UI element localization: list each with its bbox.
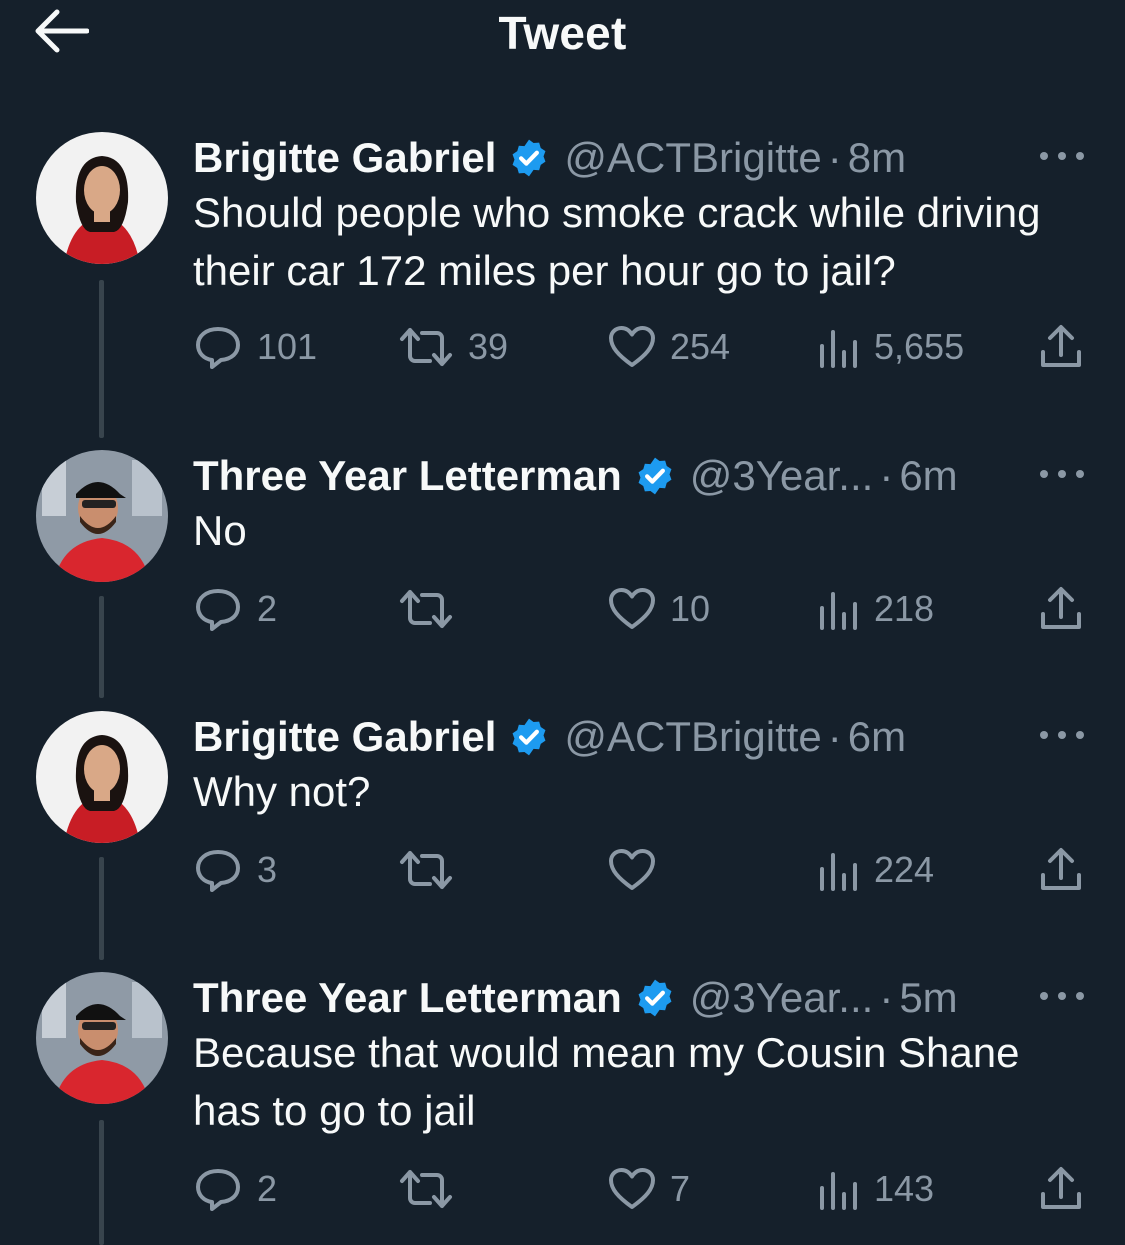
views-button[interactable]: 5,655: [818, 322, 964, 372]
separator-dot: ·: [879, 974, 894, 1021]
verified-badge-icon: [638, 457, 672, 495]
views-icon: [820, 853, 857, 891]
share-button[interactable]: [1038, 845, 1084, 895]
author-name[interactable]: Brigitte Gabriel: [193, 134, 496, 182]
tweet-text: No: [193, 507, 247, 554]
author-handle[interactable]: @3Year...: [690, 974, 874, 1022]
tweet-header: Brigitte Gabriel @ACTBrigitte · 6m: [193, 709, 906, 765]
share-icon: [1041, 848, 1081, 890]
retweet-button[interactable]: [398, 845, 468, 895]
more-icon[interactable]: [1040, 142, 1084, 170]
retweet-button[interactable]: [398, 1164, 468, 1214]
views-button[interactable]: 218: [818, 584, 934, 634]
share-button[interactable]: [1038, 1164, 1084, 1214]
tweet-4[interactable]: Three Year Letterman @3Year... · 5m Beca…: [0, 972, 1125, 1245]
tweet-text: Why not?: [193, 768, 371, 815]
author-name[interactable]: Brigitte Gabriel: [193, 713, 496, 761]
heart-icon: [609, 849, 655, 890]
action-bar: 101 39 254 5,655: [0, 322, 1125, 372]
share-button[interactable]: [1038, 584, 1084, 634]
tweet-2[interactable]: Three Year Letterman @3Year... · 6m No 2…: [0, 448, 1125, 698]
more-icon[interactable]: [1040, 721, 1084, 749]
views-count: 143: [874, 1168, 935, 1209]
retweet-icon: [400, 1170, 452, 1208]
tweet-1[interactable]: Brigitte Gabriel @ACTBrigitte · 8m Shoul…: [0, 130, 1125, 438]
views-icon: [820, 592, 857, 630]
author-name[interactable]: Three Year Letterman: [193, 974, 622, 1022]
views-count: 5,655: [874, 326, 965, 367]
reply-button[interactable]: 2: [193, 584, 277, 634]
author-handle[interactable]: @3Year...: [690, 452, 874, 500]
reply-icon: [196, 1169, 240, 1211]
reply-button[interactable]: 2: [193, 1164, 277, 1214]
heart-icon: [609, 588, 655, 629]
reply-icon: [196, 327, 240, 369]
top-bar: Tweet: [0, 0, 1125, 64]
reply-count: 2: [257, 588, 278, 629]
like-button[interactable]: 7: [608, 1164, 690, 1214]
tweet-header: Three Year Letterman @3Year... · 5m: [193, 970, 958, 1026]
verified-badge-icon: [512, 718, 546, 756]
more-icon[interactable]: [1040, 460, 1084, 488]
retweet-count: 39: [468, 326, 509, 367]
like-button[interactable]: 254: [608, 322, 730, 372]
heart-icon: [609, 1168, 655, 1209]
avatar[interactable]: [36, 711, 168, 843]
like-button[interactable]: 10: [608, 584, 710, 634]
views-icon: [820, 1172, 857, 1210]
views-count: 224: [874, 849, 935, 890]
share-icon: [1041, 325, 1081, 367]
views-button[interactable]: 143: [818, 1164, 934, 1214]
author-name[interactable]: Three Year Letterman: [193, 452, 622, 500]
action-bar: 3 224: [0, 845, 1125, 895]
views-icon: [820, 330, 857, 368]
separator-dot: ·: [827, 134, 842, 181]
tweet-header: Three Year Letterman @3Year... · 6m: [193, 448, 958, 504]
avatar[interactable]: [36, 450, 168, 582]
like-count: 7: [670, 1168, 691, 1209]
separator-dot: ·: [879, 452, 894, 499]
reply-count: 2: [257, 1168, 278, 1209]
views-count: 218: [874, 588, 935, 629]
retweet-button[interactable]: [398, 584, 468, 634]
action-bar: 2 7 143: [0, 1164, 1125, 1214]
like-button[interactable]: [608, 845, 670, 895]
avatar[interactable]: [36, 132, 168, 264]
heart-icon: [609, 326, 655, 367]
verified-badge-icon: [512, 139, 546, 177]
tweet-text: Because that would mean my Cousin Shane …: [193, 1029, 1020, 1134]
timestamp[interactable]: 6m: [848, 713, 906, 761]
verified-badge-icon: [638, 979, 672, 1017]
views-button[interactable]: 224: [818, 845, 934, 895]
retweet-icon: [400, 851, 452, 889]
separator-dot: ·: [827, 713, 842, 760]
reply-button[interactable]: 101: [193, 322, 317, 372]
action-bar: 2 10 218: [0, 584, 1125, 634]
like-count: 10: [670, 588, 711, 629]
author-handle[interactable]: @ACTBrigitte: [564, 713, 821, 761]
timestamp[interactable]: 6m: [899, 452, 957, 500]
reply-count: 3: [257, 849, 278, 890]
retweet-button[interactable]: 39: [398, 322, 508, 372]
like-count: 254: [670, 326, 731, 367]
reply-icon: [196, 589, 240, 631]
reply-icon: [196, 850, 240, 892]
timestamp[interactable]: 8m: [848, 134, 906, 182]
avatar[interactable]: [36, 972, 168, 1104]
reply-count: 101: [257, 326, 318, 367]
more-icon[interactable]: [1040, 982, 1084, 1010]
share-icon: [1041, 1167, 1081, 1209]
timestamp[interactable]: 5m: [899, 974, 957, 1022]
retweet-icon: [400, 590, 452, 628]
tweet-3[interactable]: Brigitte Gabriel @ACTBrigitte · 6m Why n…: [0, 709, 1125, 960]
author-handle[interactable]: @ACTBrigitte: [564, 134, 821, 182]
reply-button[interactable]: 3: [193, 845, 277, 895]
tweet-header: Brigitte Gabriel @ACTBrigitte · 8m: [193, 130, 906, 186]
retweet-icon: [400, 328, 452, 366]
page-title: Tweet: [498, 7, 627, 59]
share-icon: [1041, 587, 1081, 629]
share-button[interactable]: [1038, 322, 1084, 372]
tweet-text: Should people who smoke crack while driv…: [193, 189, 1041, 294]
